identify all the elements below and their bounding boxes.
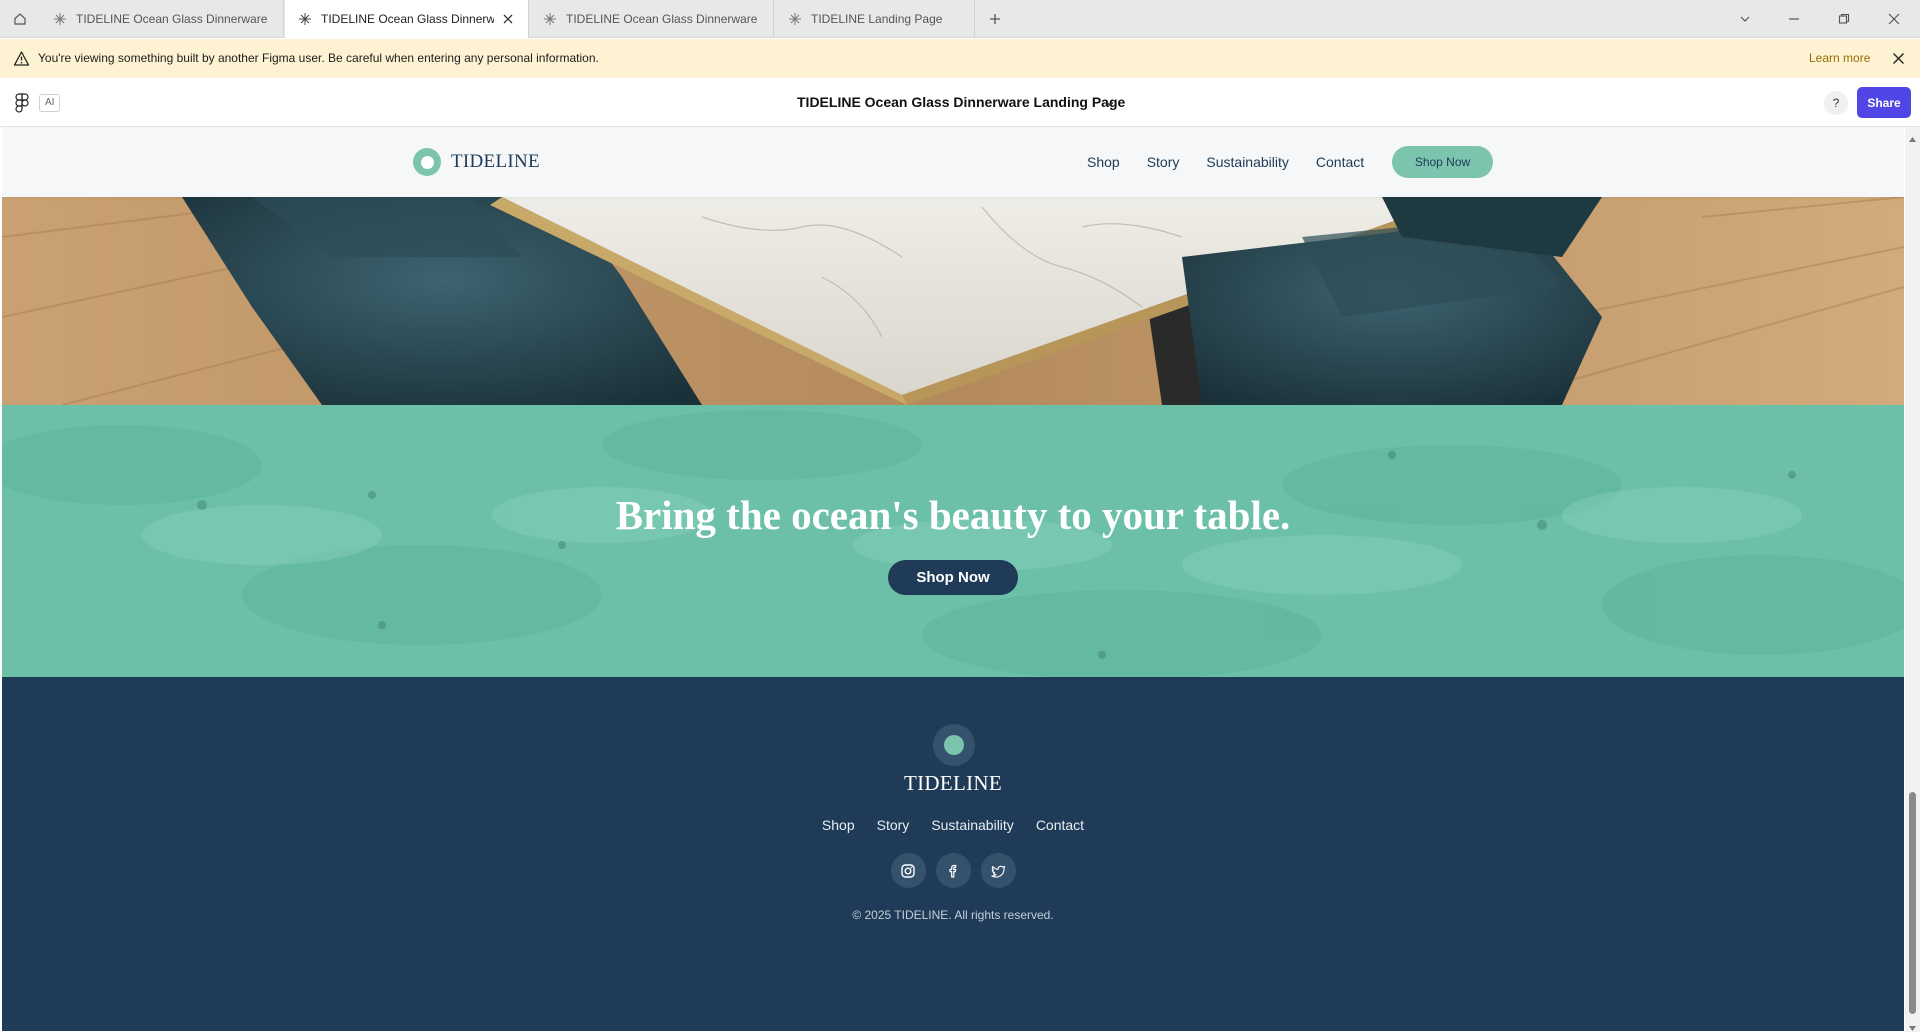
site-footer: TIDELINE Shop Story Sustainability Conta…: [2, 677, 1904, 1031]
footer-logo-mark-icon: [933, 724, 975, 766]
footer-brand-name: TIDELINE: [903, 771, 1003, 795]
nav-link-sustainability[interactable]: Sustainability: [1206, 154, 1289, 170]
brand-name: TIDELINE: [451, 151, 540, 172]
learn-more-link[interactable]: Learn more: [1809, 51, 1870, 65]
scrollbar-thumb[interactable]: [1909, 792, 1916, 1014]
prototype-viewport: TIDELINE Shop Story Sustainability Conta…: [2, 127, 1904, 1031]
figma-toolbar: AI TIDELINE Ocean Glass Dinnerware Landi…: [0, 78, 1920, 127]
scroll-down-arrow-icon[interactable]: [1908, 1020, 1917, 1031]
close-window-icon[interactable]: [1882, 7, 1906, 31]
warning-message: You're viewing something built by anothe…: [38, 51, 599, 65]
browser-tab[interactable]: TIDELINE Ocean Glass Dinnerware St: [530, 0, 774, 38]
figma-prototype-icon: [542, 11, 558, 27]
figma-prototype-icon: [52, 11, 68, 27]
browser-tab-active[interactable]: TIDELINE Ocean Glass Dinnerwa: [285, 0, 529, 38]
warning-icon: [13, 50, 30, 67]
figma-prototype-icon: [787, 11, 803, 27]
header-shop-now-button[interactable]: Shop Now: [1392, 146, 1493, 178]
document-title[interactable]: TIDELINE Ocean Glass Dinnerware Landing …: [797, 94, 1125, 110]
footer-link-contact[interactable]: Contact: [1036, 817, 1084, 833]
home-icon[interactable]: [8, 7, 32, 31]
scroll-up-arrow-icon[interactable]: [1908, 131, 1917, 142]
site-logo[interactable]: TIDELINE: [413, 148, 540, 176]
page-scrollbar[interactable]: [1905, 127, 1920, 1032]
cta-heading: Bring the ocean's beauty to your table.: [615, 492, 1291, 538]
help-button[interactable]: ?: [1824, 91, 1848, 115]
figma-logo-icon[interactable]: [14, 93, 30, 113]
browser-tab[interactable]: TIDELINE Ocean Glass Dinnerware La: [40, 0, 284, 38]
close-tab-icon[interactable]: [500, 11, 516, 27]
chevron-down-icon[interactable]: [1104, 97, 1116, 109]
nav-link-story[interactable]: Story: [1147, 154, 1180, 170]
nav-link-shop[interactable]: Shop: [1087, 154, 1120, 170]
social-links: [2, 853, 1904, 888]
browser-tab-label: TIDELINE Ocean Glass Dinnerware St: [566, 12, 761, 26]
facebook-icon[interactable]: [935, 853, 971, 888]
figma-prototype-icon: [297, 11, 313, 27]
browser-tab[interactable]: TIDELINE Landing Page: [775, 0, 975, 38]
minimize-icon[interactable]: [1782, 7, 1806, 31]
footer-link-story[interactable]: Story: [877, 817, 910, 833]
tab-list-chevron-icon[interactable]: [1733, 7, 1757, 31]
share-button[interactable]: Share: [1857, 87, 1911, 118]
cta-shop-now-button[interactable]: Shop Now: [888, 560, 1018, 595]
brand-mark-icon: [413, 148, 441, 176]
site-nav: Shop Story Sustainability Contact: [1087, 154, 1391, 170]
browser-tab-label: TIDELINE Ocean Glass Dinnerware La: [76, 12, 271, 26]
ai-badge[interactable]: AI: [39, 94, 61, 112]
ocean-cta-section: Bring the ocean's beauty to your table. …: [2, 405, 1904, 677]
warning-banner: You're viewing something built by anothe…: [0, 39, 1920, 78]
footer-link-shop[interactable]: Shop: [822, 817, 855, 833]
footer-nav: Shop Story Sustainability Contact: [2, 817, 1904, 833]
footer-link-sustainability[interactable]: Sustainability: [931, 817, 1014, 833]
nav-link-contact[interactable]: Contact: [1316, 154, 1364, 170]
twitter-icon[interactable]: [980, 853, 1016, 888]
new-tab-icon[interactable]: [984, 8, 1006, 30]
browser-tab-label: TIDELINE Landing Page: [811, 12, 943, 26]
dining-table-photo: [2, 197, 1904, 405]
site-header: TIDELINE Shop Story Sustainability Conta…: [2, 127, 1904, 197]
copyright-text: © 2025 TIDELINE. All rights reserved.: [852, 908, 1054, 922]
browser-tab-strip: TIDELINE Ocean Glass Dinnerware La TIDEL…: [0, 0, 1920, 38]
close-icon[interactable]: [1890, 50, 1907, 67]
browser-tab-label: TIDELINE Ocean Glass Dinnerwa: [321, 12, 494, 26]
restore-icon[interactable]: [1832, 7, 1856, 31]
instagram-icon[interactable]: [890, 853, 926, 888]
